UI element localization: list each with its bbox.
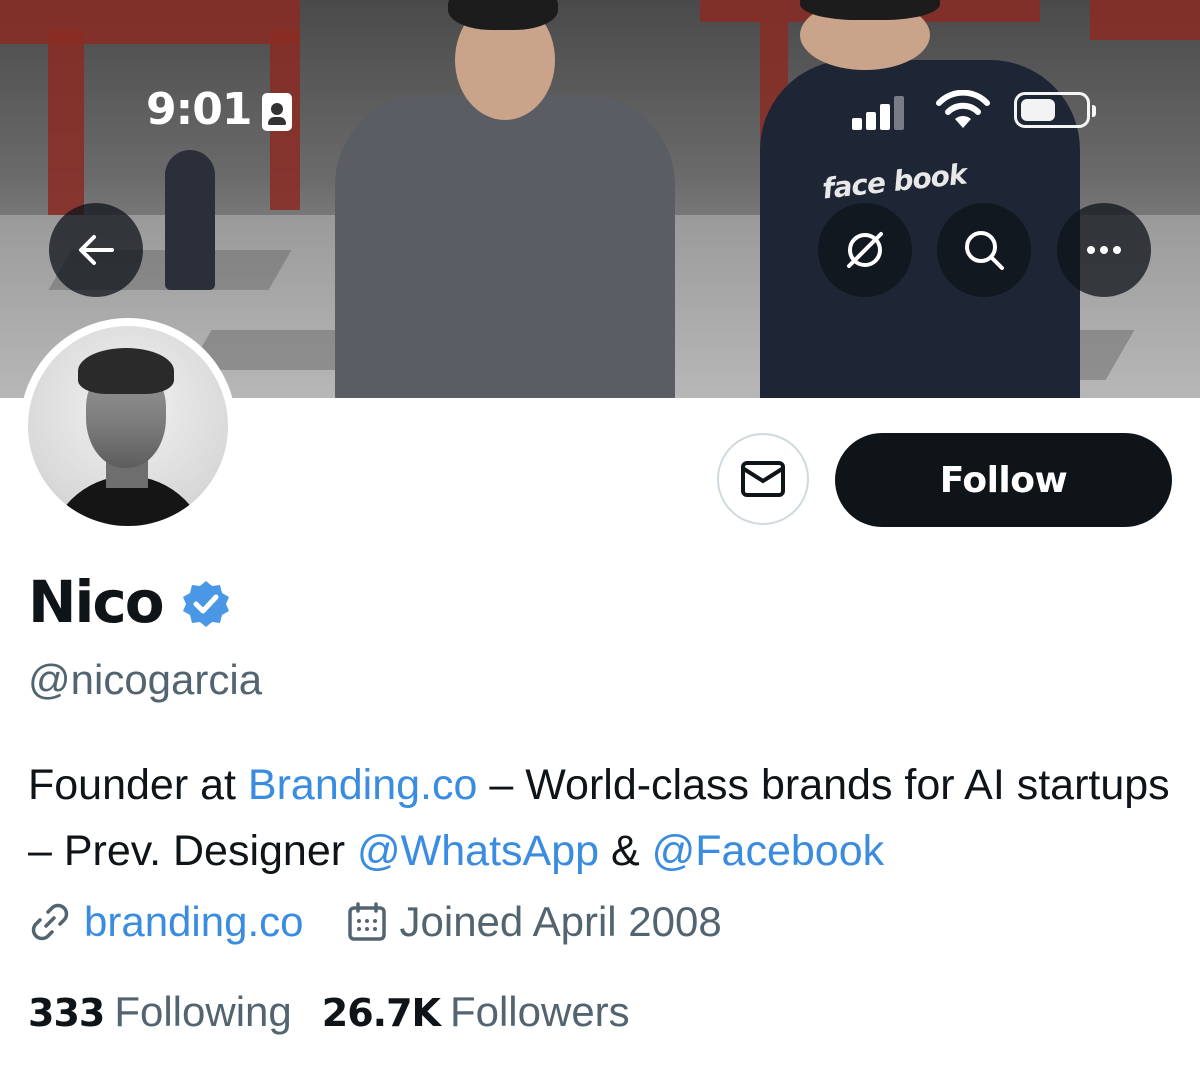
following-count: 333 (28, 991, 105, 1035)
banner-decor (1090, 0, 1200, 40)
followers-stat[interactable]: 26.7K Followers (322, 988, 630, 1036)
link-icon (31, 903, 69, 941)
battery-icon (1014, 92, 1096, 128)
back-button[interactable] (49, 203, 143, 297)
disconnect-button[interactable] (818, 203, 912, 297)
joined-date: Joined April 2008 (399, 898, 722, 945)
follow-stats: 333 Following 26.7K Followers (28, 988, 630, 1036)
banner-person (165, 150, 215, 290)
message-button[interactable] (717, 433, 809, 525)
search-button[interactable] (937, 203, 1031, 297)
bio-text: & (599, 827, 652, 875)
profile-meta: branding.co Joined April 2008 (28, 898, 722, 946)
banner-decor (48, 30, 84, 230)
search-icon (965, 231, 1004, 270)
cellular-signal-icon (852, 96, 912, 130)
avatar[interactable] (20, 318, 236, 534)
avatar-image (28, 326, 228, 526)
more-button[interactable] (1057, 203, 1151, 297)
more-icon (1087, 246, 1121, 254)
arrow-left-icon (79, 235, 114, 265)
followers-label: Followers (449, 988, 630, 1035)
display-name-row: Nico (28, 568, 231, 636)
contact-card-icon (262, 93, 292, 131)
banner-person (448, 0, 558, 30)
following-stat[interactable]: 333 Following (28, 988, 292, 1036)
bio-link-branding[interactable]: Branding.co (248, 761, 478, 809)
mention-whatsapp[interactable]: @WhatsApp (357, 827, 599, 875)
verified-badge-icon[interactable] (181, 579, 231, 629)
mail-icon (741, 461, 785, 497)
follow-button[interactable]: Follow (835, 433, 1172, 527)
bio-text: Founder at (28, 761, 248, 809)
status-time: 9:01 (146, 84, 252, 135)
banner-person (335, 95, 675, 398)
disconnect-icon (847, 232, 883, 268)
wifi-icon (936, 90, 990, 128)
username-handle: @nicogarcia (28, 656, 263, 703)
display-name: Nico (28, 568, 165, 636)
website-link[interactable]: branding.co (84, 898, 304, 946)
following-label: Following (114, 988, 292, 1035)
profile-bio: Founder at Branding.co – World-class bra… (28, 752, 1178, 884)
mention-facebook[interactable]: @Facebook (652, 827, 885, 875)
joined-item: Joined April 2008 (346, 898, 722, 946)
followers-count: 26.7K (321, 991, 441, 1035)
banner-decor (0, 30, 300, 44)
banner-decor (0, 0, 300, 30)
website-item[interactable]: branding.co (28, 898, 304, 946)
calendar-icon (347, 902, 386, 941)
